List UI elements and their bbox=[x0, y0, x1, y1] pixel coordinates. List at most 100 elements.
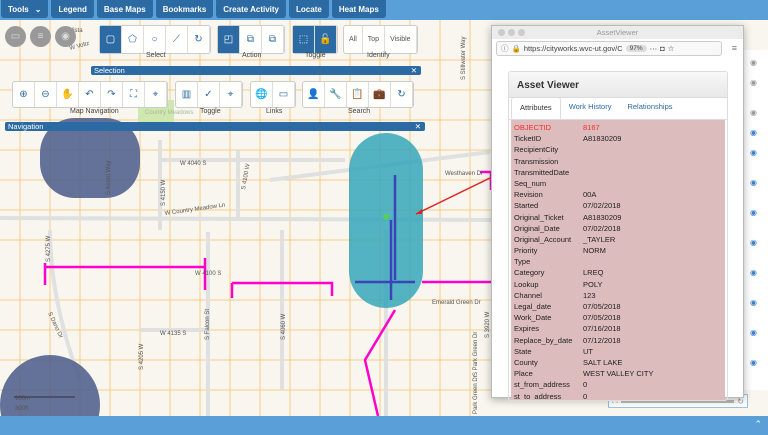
window-title: AssetViewer bbox=[596, 28, 639, 37]
hamburger-menu-icon[interactable]: ≡ bbox=[732, 43, 737, 53]
eye-icon[interactable]: ◉ bbox=[750, 148, 757, 157]
unlock-icon[interactable]: 🔓 bbox=[315, 26, 337, 53]
copy-icon[interactable]: ⧉ bbox=[240, 26, 262, 53]
forward-icon[interactable]: ↷ bbox=[101, 82, 123, 107]
attribute-key: Started bbox=[514, 201, 539, 211]
identify-top[interactable]: Top bbox=[363, 26, 386, 53]
map-label: S 4150 W bbox=[161, 179, 167, 206]
attribute-row: Original_Account _TAYLER bbox=[511, 234, 725, 245]
group-label: Links bbox=[266, 108, 283, 115]
map-icon[interactable]: ▥ bbox=[176, 82, 198, 107]
eye-icon[interactable]: ◉ bbox=[750, 358, 757, 367]
eye-icon[interactable]: ◉ bbox=[750, 208, 757, 217]
remove-icon[interactable]: ⧉ bbox=[262, 26, 284, 53]
eye-icon[interactable]: ◉ bbox=[55, 26, 76, 47]
close-icon[interactable]: ✕ bbox=[411, 66, 417, 75]
navigation-bar[interactable]: Navigation ✕ bbox=[5, 122, 425, 131]
polygon-select-icon[interactable]: ⬠ bbox=[122, 26, 144, 53]
zoom-out-icon[interactable]: ⊖ bbox=[35, 82, 57, 107]
eye-icon[interactable]: ◉ bbox=[750, 108, 757, 117]
bookmarks-button[interactable]: Bookmarks bbox=[155, 0, 214, 18]
refresh-icon[interactable]: ↻ bbox=[391, 82, 413, 107]
attribute-row: TransmittedDate bbox=[511, 167, 725, 178]
map-label: Park Green Dr bbox=[473, 375, 479, 414]
eye-icon[interactable]: ◉ bbox=[750, 268, 757, 277]
minimize-window-button[interactable] bbox=[508, 29, 515, 36]
eye-icon[interactable]: ◉ bbox=[750, 238, 757, 247]
circle-select-icon[interactable]: ○ bbox=[144, 26, 166, 53]
globe-icon[interactable]: 🌐 bbox=[251, 82, 273, 107]
attribute-value: 0 bbox=[583, 391, 588, 401]
legend-button[interactable]: Legend bbox=[51, 0, 94, 18]
eye-icon[interactable]: ◉ bbox=[750, 298, 757, 307]
map-label: S Park Green Dr bbox=[473, 332, 479, 376]
maximize-window-button[interactable] bbox=[518, 29, 525, 36]
attribute-row: Expires 07/16/2018 bbox=[511, 323, 725, 334]
zoom-level[interactable]: 97% bbox=[625, 45, 647, 52]
map-label: Emerald Green Dr bbox=[432, 300, 481, 306]
add-selection-icon[interactable]: ◰ bbox=[218, 26, 240, 53]
close-icon[interactable]: ✕ bbox=[415, 122, 421, 131]
tab-relationships[interactable]: Relationships bbox=[619, 97, 680, 119]
reset-icon[interactable]: ↻ bbox=[188, 26, 210, 53]
locate-target-icon[interactable]: ⌖ bbox=[145, 82, 167, 107]
identify-visible[interactable]: Visible bbox=[385, 26, 417, 53]
group-label: Map Navigation bbox=[70, 108, 119, 115]
attribute-key: Expires bbox=[514, 324, 540, 334]
full-extent-icon[interactable]: ⛶ bbox=[123, 82, 145, 107]
window-icon[interactable]: ▭ bbox=[5, 26, 26, 47]
window-titlebar[interactable]: AssetViewer bbox=[492, 26, 743, 39]
marker-off-icon[interactable]: ⌖ bbox=[220, 82, 242, 107]
attribute-row: Original_Ticket A81830209 bbox=[511, 212, 725, 223]
close-window-button[interactable] bbox=[498, 29, 505, 36]
locate-button[interactable]: Locate bbox=[289, 0, 329, 18]
url-bar[interactable]: ⓘ 🔒 https://cityworks.wvc-ut.gov/C 97% ⋯ ◘ ☆ bbox=[496, 41, 722, 56]
attribute-key: TicketID bbox=[514, 134, 542, 144]
briefcase-icon[interactable]: 💼 bbox=[369, 82, 391, 107]
identify-all[interactable]: All bbox=[344, 26, 363, 53]
attribute-key: TransmittedDate bbox=[514, 167, 570, 177]
tools-menu[interactable]: Tools ⌄ bbox=[1, 0, 49, 18]
eye-icon[interactable]: ◉ bbox=[750, 128, 757, 137]
attribute-row: Legal_date 07/05/2018 bbox=[511, 301, 725, 312]
chevron-down-icon: ⌄ bbox=[34, 4, 42, 14]
line-select-icon[interactable]: ⟋ bbox=[166, 26, 188, 53]
check-icon[interactable]: ✓ bbox=[198, 82, 220, 107]
chevron-up-icon[interactable]: ⌃ bbox=[754, 419, 762, 430]
attribute-value: 00A bbox=[583, 190, 597, 200]
tab-work-history[interactable]: Work History bbox=[561, 97, 620, 119]
tab-attributes[interactable]: Attributes bbox=[511, 97, 561, 119]
zoom-in-icon[interactable]: ⊕ bbox=[13, 82, 35, 107]
user-icon[interactable]: 👤 bbox=[303, 82, 325, 107]
star-icon[interactable]: ☆ bbox=[668, 44, 675, 53]
eye-icon[interactable]: ◉ bbox=[750, 178, 757, 187]
create-activity-button[interactable]: Create Activity bbox=[216, 0, 287, 18]
list-icon[interactable]: ≡ bbox=[30, 26, 51, 47]
pocket-icon[interactable]: ◘ bbox=[660, 44, 665, 53]
group-label: Action bbox=[242, 52, 262, 59]
wrench-icon[interactable]: 🔧 bbox=[325, 82, 347, 107]
group-label: Select bbox=[146, 52, 166, 59]
layer-list: ◉ ◉ ◉ ◉ ◉ ◉ ◉ ◉ ◉ ◉ ◉ ◉ bbox=[742, 50, 768, 390]
heat-maps-button[interactable]: Heat Maps bbox=[331, 0, 386, 18]
attribute-value: A81830209 bbox=[583, 134, 622, 144]
base-maps-button[interactable]: Base Maps bbox=[96, 0, 153, 18]
eye-icon[interactable]: ◉ bbox=[750, 58, 757, 67]
eye-icon[interactable]: ◉ bbox=[750, 328, 757, 337]
attribute-key: Lookup bbox=[514, 279, 539, 289]
more-icon[interactable]: ⋯ bbox=[650, 44, 658, 53]
computer-icon[interactable]: ▭ bbox=[273, 82, 295, 107]
eye-icon[interactable]: ◉ bbox=[750, 78, 757, 87]
back-icon[interactable]: ↶ bbox=[79, 82, 101, 107]
map-label: Country Meadows bbox=[145, 110, 194, 116]
attribute-row: Seq_num bbox=[511, 178, 725, 189]
links-group: 🌐 ▭ bbox=[250, 81, 296, 108]
selection-bar[interactable]: Selection ✕ bbox=[91, 66, 421, 75]
attribute-row: st_to_address 0 bbox=[511, 391, 725, 401]
attribute-key: Place bbox=[514, 369, 533, 379]
pan-hand-icon[interactable]: ✋ bbox=[57, 82, 79, 107]
clipboard-icon[interactable]: 📋 bbox=[347, 82, 369, 107]
toggle-box-icon[interactable]: ⬚ bbox=[293, 26, 315, 53]
rectangle-select-icon[interactable]: ▢ bbox=[100, 26, 122, 53]
bottom-bar: ⌃ bbox=[0, 416, 768, 435]
